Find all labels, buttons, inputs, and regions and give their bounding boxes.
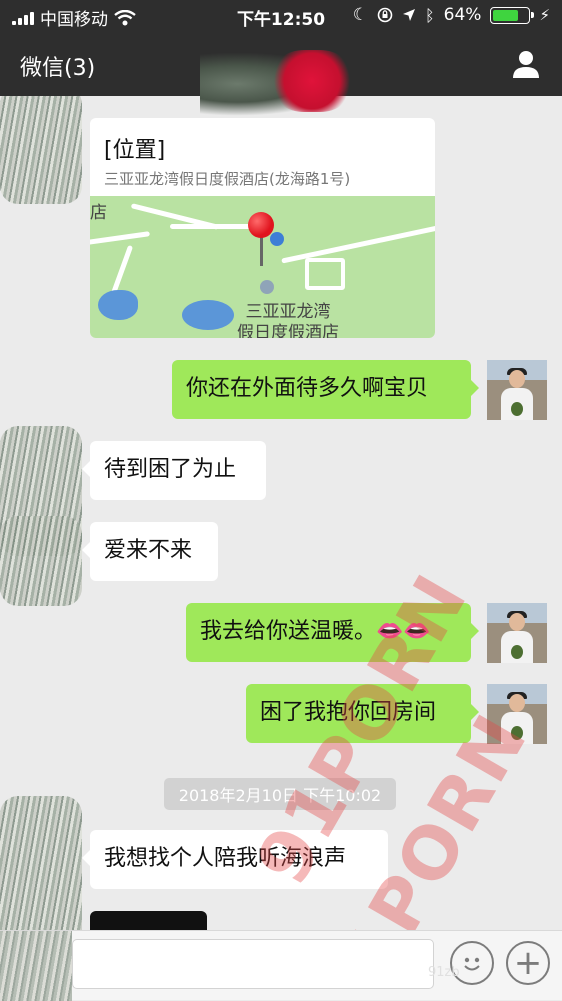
message-bubble-incoming[interactable]: 待到困了为止 bbox=[82, 441, 266, 500]
avatar[interactable] bbox=[487, 603, 547, 663]
map-thumbnail: 店 三亚亚龙湾 假日度假酒店 bbox=[90, 196, 435, 338]
nav-bar: 微信(3) bbox=[0, 32, 562, 116]
battery-percent: 64% bbox=[443, 5, 482, 25]
avatar[interactable] bbox=[487, 360, 547, 420]
voice-toggle-button[interactable] bbox=[0, 931, 72, 1001]
location-address: 三亚亚龙湾假日度假酒店(龙海路1号) bbox=[104, 170, 351, 188]
message-input[interactable] bbox=[72, 939, 434, 989]
top-bar: 中国移动 下午12:50 ☾ ᛒ 64% ⚡ 微信(3) bbox=[0, 0, 562, 116]
message-bubble-outgoing[interactable]: 你还在外面待多久啊宝贝 bbox=[172, 360, 479, 419]
lake-shape bbox=[98, 290, 138, 320]
avatar[interactable] bbox=[0, 516, 82, 606]
person-icon[interactable] bbox=[510, 48, 542, 80]
watermark-small: 91zb bbox=[428, 965, 460, 980]
back-label: 微信(3) bbox=[20, 56, 96, 81]
location-arrow-icon bbox=[403, 9, 416, 21]
bluetooth-icon: ᛒ bbox=[425, 5, 435, 25]
map-pin-icon bbox=[248, 212, 274, 238]
moon-icon: ☾ bbox=[352, 5, 369, 25]
map-place-label: 三亚亚龙湾 假日度假酒店 bbox=[237, 302, 339, 338]
avatar[interactable] bbox=[0, 96, 82, 204]
hotel-poi-icon bbox=[270, 232, 284, 246]
charging-icon: ⚡ bbox=[539, 6, 550, 24]
avatar[interactable] bbox=[0, 796, 82, 930]
poi-icon bbox=[260, 280, 274, 294]
location-message[interactable]: [位置] 三亚亚龙湾假日度假酒店(龙海路1号) 店 三亚亚龙湾 假日度假酒店 bbox=[90, 118, 435, 338]
status-bar: 中国移动 下午12:50 ☾ ᛒ 64% ⚡ bbox=[0, 0, 562, 32]
chat-area[interactable]: [位置] 三亚亚龙湾假日度假酒店(龙海路1号) 店 三亚亚龙湾 假日度假酒店 你… bbox=[0, 96, 562, 930]
media-message[interactable] bbox=[90, 911, 207, 930]
add-button[interactable]: + bbox=[506, 941, 550, 985]
message-bubble-incoming[interactable]: 爱来不来 bbox=[82, 522, 218, 581]
input-bar: + 91zb bbox=[0, 930, 562, 1001]
lake-shape bbox=[182, 300, 234, 330]
battery-icon bbox=[490, 6, 535, 24]
back-button[interactable]: 微信(3) bbox=[20, 50, 95, 82]
location-title: [位置] bbox=[104, 138, 166, 163]
plus-icon: + bbox=[513, 943, 543, 983]
map-label-corner: 店 bbox=[90, 203, 107, 223]
rotation-lock-icon bbox=[377, 7, 393, 23]
